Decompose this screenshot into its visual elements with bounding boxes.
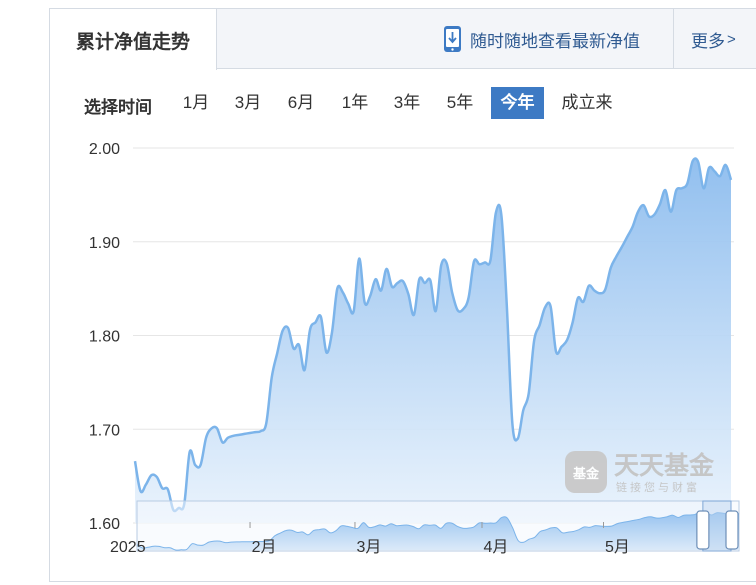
watermark-logo-text: 基金 [572,466,600,482]
navigator-handle-grip[interactable] [725,510,739,550]
watermark-name: 天天基金 [614,451,715,480]
x-axis-label: 2025 [110,539,146,556]
y-tick-label: 1.90 [89,235,120,252]
x-axis-label: 4月 [484,539,509,556]
navigator-handle-left[interactable] [696,510,710,550]
y-tick-label: 1.60 [89,516,120,533]
navigator-handle-right[interactable] [725,510,739,550]
range-navigator[interactable]: 2025 2月 3月 4月 5月 [110,500,740,556]
watermark-slogan: 链接您与财富 [616,480,700,494]
navigator-handle-grip[interactable] [696,510,710,550]
y-tick-label: 2.00 [89,141,120,158]
y-tick-label: 1.80 [89,329,120,346]
x-axis-label: 2月 [252,539,277,556]
x-axis-label: 5月 [605,539,630,556]
x-axis-label: 3月 [357,539,382,556]
nav-area-chart: 2.00 1.90 1.80 1.70 1.60 基金 天天基金 链接您与财富 2025… [89,141,740,556]
y-axis: 2.00 1.90 1.80 1.70 1.60 [89,141,120,533]
y-tick-label: 1.70 [89,422,120,439]
watermark: 基金 天天基金 链接您与财富 [565,451,715,494]
